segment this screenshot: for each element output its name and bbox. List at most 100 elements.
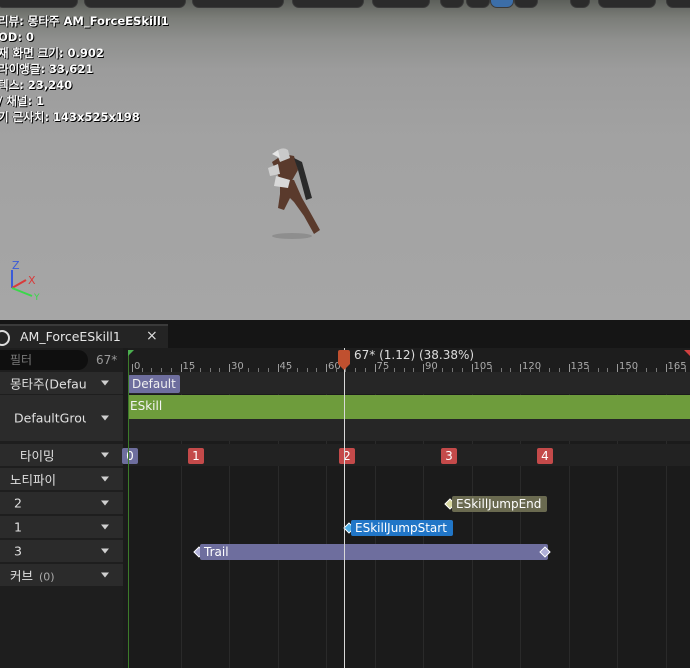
playback-speed-button[interactable] bbox=[372, 0, 430, 8]
track-label: 1 bbox=[14, 519, 22, 535]
curve-count: (0) bbox=[39, 570, 55, 584]
search-input[interactable]: 필터 bbox=[0, 350, 88, 370]
notify-track-1[interactable]: 1 bbox=[0, 516, 123, 538]
ruler-tick bbox=[665, 364, 667, 372]
tab-title: AM_ForceESkill1 bbox=[20, 329, 121, 344]
transform-button[interactable] bbox=[466, 0, 490, 8]
stat-line: 기 근사치: 143x525x198 bbox=[0, 110, 140, 124]
curve-label: 커브 bbox=[10, 568, 34, 584]
tab-am-forceeskill1[interactable]: AM_ForceESkill1 × bbox=[0, 324, 168, 350]
montage-segment[interactable]: ESkill bbox=[128, 395, 690, 419]
slot-track[interactable]: Default bbox=[128, 372, 690, 394]
ruler-tick-label: 45 bbox=[279, 361, 293, 372]
notify-track-2[interactable]: 2 bbox=[0, 492, 123, 514]
character-preview bbox=[268, 148, 320, 239]
notify-track-3[interactable]: 3 bbox=[0, 540, 123, 562]
ruler-tick-label: 150 bbox=[619, 361, 639, 372]
notify-track-3-lane[interactable]: Trail bbox=[128, 540, 690, 562]
notify-row[interactable]: 노티파이 bbox=[0, 468, 123, 490]
preview-viewport[interactable]: 리뷰: 몽타주 AM_ForceESkill1 OD: 0 재 화면 크기: 0… bbox=[0, 0, 690, 320]
ruler-tick bbox=[568, 364, 570, 372]
ruler-tick-label: 120 bbox=[522, 361, 542, 372]
chevron-down-icon[interactable] bbox=[101, 500, 109, 506]
ruler-tick bbox=[471, 364, 473, 372]
playhead-handle[interactable] bbox=[338, 350, 350, 364]
chevron-down-icon[interactable] bbox=[101, 415, 109, 421]
ruler-tick bbox=[520, 364, 521, 372]
playhead-readout: 67* (1.12) (38.38%) bbox=[354, 348, 475, 362]
ruler-tick bbox=[423, 364, 424, 372]
end-marker[interactable] bbox=[684, 350, 690, 356]
playhead-line[interactable] bbox=[344, 348, 345, 668]
curve-row[interactable]: 커브 (0) bbox=[0, 564, 123, 586]
start-marker[interactable] bbox=[128, 350, 134, 356]
timing-marker-3[interactable]: 3 bbox=[441, 448, 457, 464]
stat-line: 리뷰: 몽타주 AM_ForceESkill1 bbox=[0, 14, 169, 28]
camera-button[interactable] bbox=[440, 0, 464, 8]
track-label: 3 bbox=[14, 543, 22, 559]
asset-tab-bar: AM_ForceESkill1 × bbox=[0, 320, 690, 350]
ruler-tick-label: 90 bbox=[425, 361, 438, 372]
chevron-down-icon[interactable] bbox=[101, 476, 109, 482]
timing-marker-1[interactable]: 1 bbox=[188, 448, 204, 464]
notify-eskilljumpstart[interactable]: ESkillJumpStart bbox=[351, 520, 453, 536]
rotate-button[interactable] bbox=[490, 0, 514, 8]
ruler-tick bbox=[277, 364, 279, 372]
stat-line: 라이앵글: 33,621 bbox=[0, 62, 94, 76]
viewport-toolbar bbox=[0, 0, 690, 8]
slot-name-tag[interactable]: Default bbox=[128, 375, 180, 393]
timing-marker-2[interactable]: 2 bbox=[339, 448, 355, 464]
viewport-stats: 리뷰: 몽타주 AM_ForceESkill1 OD: 0 재 화면 크기: 0… bbox=[0, 13, 169, 125]
show-button[interactable] bbox=[192, 0, 284, 8]
axis-z-label: Z bbox=[12, 260, 20, 272]
ruler-tick bbox=[229, 364, 230, 372]
montage-slot-label: 몽타주(Defau bbox=[10, 376, 87, 392]
ruler-tick bbox=[374, 364, 376, 372]
chevron-down-icon[interactable] bbox=[101, 452, 109, 458]
scale-button[interactable] bbox=[514, 0, 538, 8]
maximize-button[interactable] bbox=[666, 0, 690, 8]
group-label: DefaultGroup bbox=[14, 410, 86, 426]
timing-row[interactable]: 타이밍 bbox=[0, 444, 123, 466]
ruler-tick bbox=[132, 364, 133, 372]
montage-segment-label: ESkill bbox=[130, 399, 163, 413]
stat-line: 재 화면 크기: 0.902 bbox=[0, 46, 104, 60]
current-frame-field[interactable]: 67* bbox=[96, 353, 117, 367]
notify-state-trail[interactable]: Trail bbox=[200, 544, 548, 560]
stat-line: 텍스: 23,240 bbox=[0, 78, 73, 92]
montage-icon bbox=[0, 330, 10, 346]
axis-y-label: Y bbox=[33, 293, 40, 302]
default-group-row[interactable]: DefaultGroup bbox=[0, 395, 123, 441]
notify-track-1-lane[interactable]: ESkillJumpStart bbox=[128, 516, 690, 538]
chevron-down-icon[interactable] bbox=[101, 524, 109, 530]
notify-eskilljumpend[interactable]: ESkillJumpEnd bbox=[452, 496, 548, 512]
chevron-down-icon[interactable] bbox=[101, 572, 109, 578]
view-mode-button[interactable] bbox=[84, 0, 186, 8]
timeline-tracks[interactable]: 0 15 30 45 60 75 90 105 120 135 150 165 Default ESk… bbox=[122, 348, 690, 668]
ruler-tick-label: 165 bbox=[667, 361, 687, 372]
ruler-tick-label: 75 bbox=[376, 361, 390, 372]
ruler-tick-label: 30 bbox=[231, 361, 244, 372]
axis-gizmo: Z X Y bbox=[11, 260, 40, 302]
timing-marker-0[interactable]: 0 bbox=[122, 448, 138, 464]
ruler-tick bbox=[180, 364, 182, 372]
close-icon[interactable] bbox=[570, 0, 590, 8]
grid-button[interactable] bbox=[598, 0, 656, 8]
ruler-tick-label: 105 bbox=[473, 361, 493, 372]
ruler-tick-label: 135 bbox=[570, 361, 590, 372]
timing-marker-4[interactable]: 4 bbox=[537, 448, 553, 464]
viewport-menu-button[interactable] bbox=[0, 0, 78, 8]
timing-label: 타이밍 bbox=[20, 448, 55, 464]
montage-section-track[interactable]: ESkill bbox=[128, 395, 690, 419]
playhead-handle-tip[interactable] bbox=[338, 364, 350, 370]
chevron-down-icon[interactable] bbox=[101, 548, 109, 554]
chevron-down-icon[interactable] bbox=[101, 380, 109, 386]
lod-button[interactable] bbox=[292, 0, 364, 8]
ruler-tick bbox=[617, 364, 618, 372]
close-icon[interactable]: × bbox=[146, 328, 158, 344]
track-label: 2 bbox=[14, 495, 22, 511]
notify-track-2-lane[interactable]: ESkillJumpEnd bbox=[128, 492, 690, 514]
notify-label: 노티파이 bbox=[10, 472, 57, 488]
montage-slot-row[interactable]: 몽타주(Defau bbox=[0, 372, 123, 394]
montage-timeline-panel: 필터 67* 몽타주(Defau DefaultGroup 타이밍 노티파이 2… bbox=[0, 348, 690, 668]
